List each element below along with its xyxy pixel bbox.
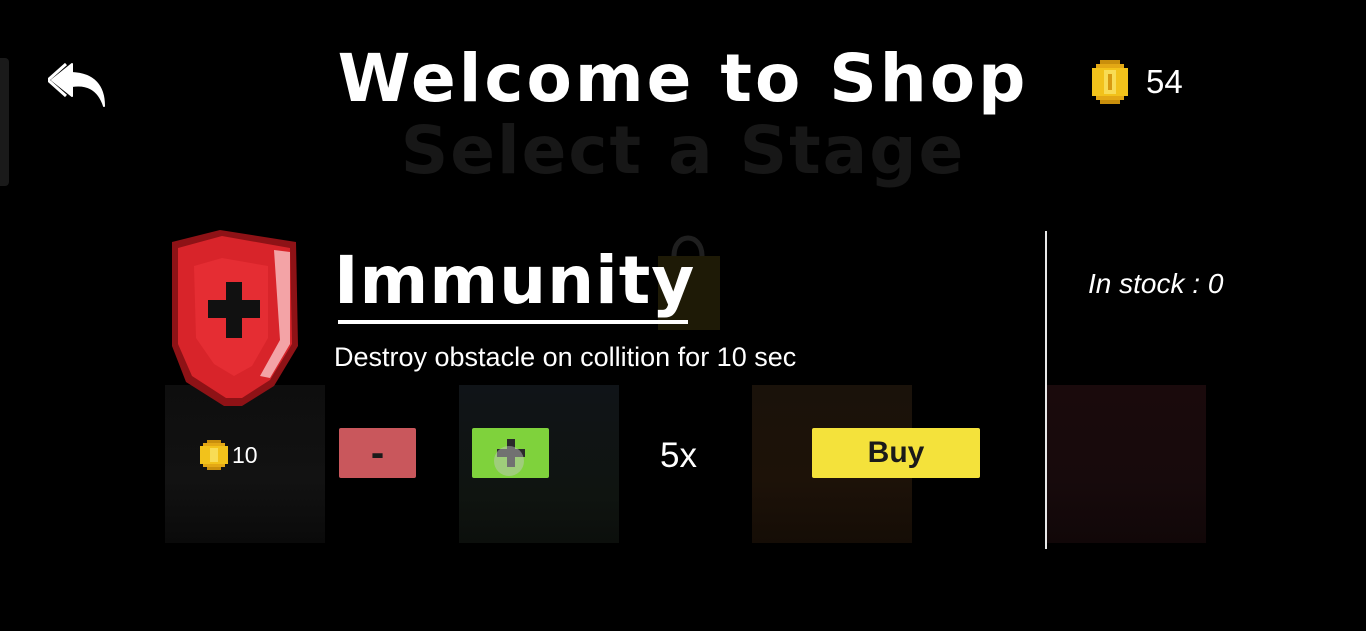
vertical-divider: [1045, 231, 1047, 549]
item-description: Destroy obstacle on collition for 10 sec: [334, 342, 797, 372]
decrease-quantity-button[interactable]: -: [339, 428, 416, 478]
item-price-value: 10: [232, 441, 258, 468]
shield-icon: [172, 230, 298, 406]
buy-button[interactable]: Buy: [812, 428, 980, 478]
stock-status: In stock : 0: [1088, 268, 1224, 299]
background-stage-card: [1046, 385, 1206, 543]
shop-screen: Select a Stage Welcome to Shop 54 Immuni…: [0, 0, 1366, 631]
background-title: Select a Stage: [400, 112, 966, 189]
buy-button-label: Buy: [867, 436, 925, 469]
coin-balance: 54: [1092, 60, 1183, 104]
item-price: 10: [200, 440, 258, 470]
tap-indicator: [494, 446, 524, 476]
item-name-underline: [338, 320, 688, 324]
decrease-quantity-label: -: [370, 430, 385, 475]
item-name: Immunity: [334, 242, 696, 319]
increase-quantity-button[interactable]: [472, 428, 549, 478]
coin-icon: [200, 440, 228, 470]
quantity-value: 5x: [660, 436, 697, 475]
coin-icon: [1092, 60, 1128, 104]
coin-balance-value: 54: [1146, 63, 1183, 100]
